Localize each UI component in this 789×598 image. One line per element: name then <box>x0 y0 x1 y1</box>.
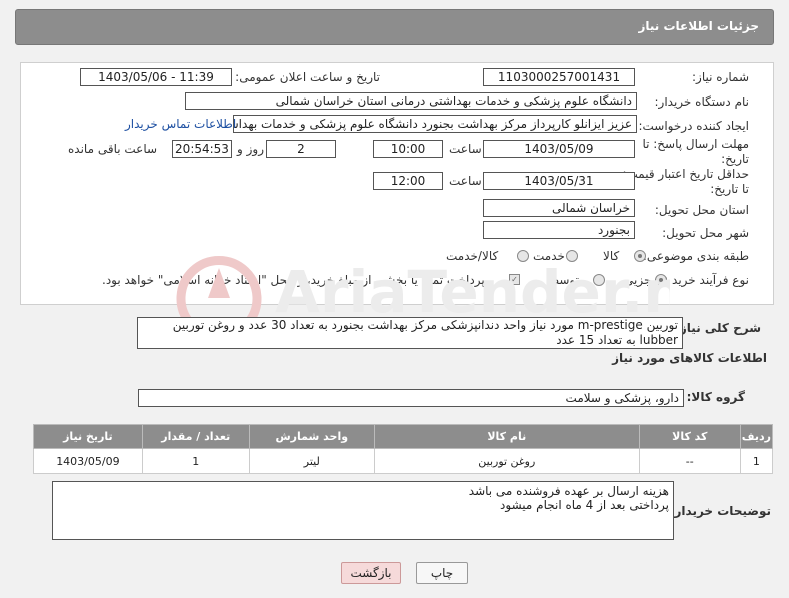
purchase-radio-medium[interactable] <box>593 274 605 286</box>
category-option-both: کالا/خدمت <box>446 249 499 263</box>
province-label: استان محل تحویل: <box>654 203 749 217</box>
remaining-label: ساعت باقی مانده <box>68 142 158 156</box>
deadline-label: مهلت ارسال پاسخ: تا تاریخ: <box>642 137 749 166</box>
buyer-org-label: نام دستگاه خریدار: <box>654 95 750 109</box>
page-title: جزئیات اطلاعات نیاز <box>638 19 759 33</box>
col-code-header: کد کالا <box>638 424 741 449</box>
purchase-type-label: نوع فرآیند خرید : <box>664 273 749 287</box>
buyer-notes-line-2: پرداختی بعد از 4 ماه انجام میشود <box>500 498 669 512</box>
buyer-notes-field: هزینه ارسال بر عهده فروشنده می باشد پردا… <box>52 481 674 540</box>
city-field: بجنورد <box>483 221 635 239</box>
col-name-header: نام کالا <box>373 424 640 449</box>
cell-name: روغن توربین <box>373 448 640 474</box>
category-option-goods: کالا <box>603 249 620 263</box>
buyer-notes-label: توضیحات خریدار: <box>669 504 771 518</box>
validity-time-field: 12:00 <box>373 172 443 190</box>
page-header: جزئیات اطلاعات نیاز <box>15 9 774 45</box>
description-field: توربین m-prestige مورد نیاز واحد دندانپز… <box>137 317 683 349</box>
description-label: شرح کلی نیاز: <box>675 321 761 335</box>
validity-date-field: 1403/05/31 <box>483 172 635 190</box>
table-header-row: ردیف کد کالا نام کالا واحد شمارش تعداد /… <box>33 424 774 449</box>
purchase-option-medium: متوسط <box>548 273 586 287</box>
city-label: شهر محل تحویل: <box>662 226 749 240</box>
cell-unit: لیتر <box>248 448 375 474</box>
category-option-service: خدمت <box>533 249 565 263</box>
col-row-header: ردیف <box>739 424 774 449</box>
category-radio-service[interactable] <box>566 250 578 262</box>
validity-time-label: ساعت <box>449 174 482 188</box>
contact-info-link[interactable]: اطلاعات تماس خریدار <box>125 117 236 131</box>
cell-qty: 1 <box>141 448 250 474</box>
need-number-field: 1103000257001431 <box>483 68 635 86</box>
days-label: روز و <box>237 142 264 156</box>
goods-section-title: اطلاعات کالاهای مورد نیاز <box>612 351 767 365</box>
cell-row: 1 <box>739 448 774 474</box>
need-number-label: شماره نیاز: <box>692 70 749 84</box>
col-date-header: تاریخ نیاز <box>33 424 143 449</box>
goods-table: ردیف کد کالا نام کالا واحد شمارش تعداد /… <box>33 424 774 474</box>
purchase-radio-minor[interactable] <box>655 274 667 286</box>
col-unit-header: واحد شمارش <box>248 424 375 449</box>
payment-checkbox[interactable]: ✓ <box>509 274 520 285</box>
cell-code: -- <box>638 448 741 474</box>
deadline-date-field: 1403/05/09 <box>483 140 635 158</box>
col-qty-header: تعداد / مقدار <box>141 424 250 449</box>
category-radio-both[interactable] <box>517 250 529 262</box>
buyer-org-field: دانشگاه علوم پزشکی و خدمات بهداشتی درمان… <box>185 92 637 110</box>
buyer-notes-line-1: هزینه ارسال بر عهده فروشنده می باشد <box>468 484 669 498</box>
goods-group-field: دارو، پزشکی و سلامت <box>138 389 684 407</box>
category-label: طبقه بندی موضوعی: <box>642 249 749 263</box>
announce-label: تاریخ و ساعت اعلان عمومی: <box>235 70 380 84</box>
creator-label: ایجاد کننده درخواست: <box>638 119 749 133</box>
creator-field: عزیز ایزانلو کارپرداز مرکز بهداشت بجنورد… <box>233 115 637 133</box>
province-field: خراسان شمالی <box>483 199 635 217</box>
table-row: 1 -- روغن توربین لیتر 1 1403/05/09 <box>33 448 774 474</box>
category-radio-goods[interactable] <box>634 250 646 262</box>
validity-label: حداقل تاریخ اعتبار قیمت: تا تاریخ: <box>622 167 749 196</box>
days-field: 2 <box>266 140 336 158</box>
back-button[interactable]: بازگشت <box>341 562 401 584</box>
cell-date: 1403/05/09 <box>33 448 143 474</box>
deadline-time-label: ساعت <box>449 142 482 156</box>
purchase-option-minor: جزیی <box>624 273 652 287</box>
goods-group-label: گروه کالا: <box>686 390 745 404</box>
deadline-time-field: 10:00 <box>373 140 443 158</box>
announce-field: 1403/05/06 - 11:39 <box>80 68 232 86</box>
print-button[interactable]: چاپ <box>416 562 468 584</box>
payment-note: پرداخت تمام یا بخشی از مبلغ خرید،از محل … <box>102 273 485 287</box>
remaining-time-field: 20:54:53 <box>172 140 232 158</box>
